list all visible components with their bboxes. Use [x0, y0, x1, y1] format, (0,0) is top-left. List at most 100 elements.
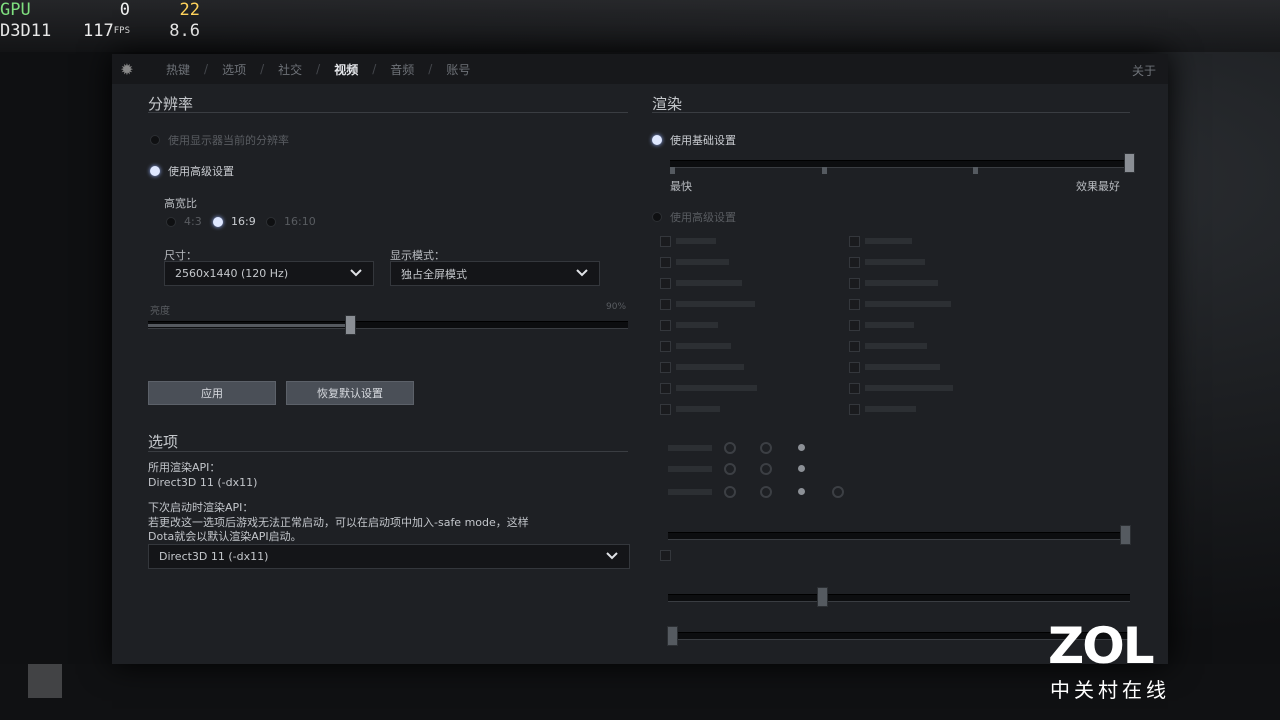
disabled-radio-selected — [798, 488, 805, 495]
tab-5[interactable]: 账号 — [432, 61, 484, 78]
chevron-down-icon — [606, 552, 618, 560]
disabled-slider-thumb — [817, 587, 828, 607]
disabled-checkbox-label — [676, 322, 718, 328]
disabled-radio — [724, 486, 736, 498]
disabled-checkbox — [849, 341, 860, 352]
options-title: 选项 — [148, 433, 179, 451]
brightness-value: 90% — [606, 302, 627, 312]
aspect-4-3-label: 4:3 — [184, 215, 202, 228]
tab-0[interactable]: 热键 — [152, 61, 204, 78]
api-label: D3D11 — [0, 21, 52, 41]
disabled-checkbox — [849, 362, 860, 373]
disabled-checkbox — [660, 383, 671, 394]
radio-dot — [166, 216, 176, 227]
render-quality-slider-thumb[interactable] — [1124, 153, 1135, 173]
chevron-down-icon — [350, 269, 362, 277]
brightness-label: 亮度 — [150, 306, 170, 317]
settings-gear-icon[interactable]: ✹ — [112, 54, 142, 84]
radio-aspect-16-10[interactable]: 16:10 — [266, 215, 316, 228]
radio-aspect-16-9[interactable]: 16:9 — [213, 215, 256, 228]
best-quality-label: 效果最好 — [1076, 180, 1120, 193]
disabled-checkbox — [660, 404, 671, 415]
render-quality-tick — [973, 167, 978, 174]
resolution-title: 分辨率 — [148, 95, 194, 113]
use-display-resolution-label: 使用显示器当前的分辨率 — [168, 134, 289, 147]
disabled-radio — [832, 486, 844, 498]
gpu-temp-value: 22 — [179, 0, 200, 20]
disabled-checkbox-label — [865, 406, 916, 412]
tab-2[interactable]: 社交 — [264, 61, 316, 78]
performance-overlay: GPU 0 22 D3D11 117FPS 8.6 — [0, 0, 200, 42]
settings-topbar: ✹ 热键 / 选项 / 社交 / 视频 / 音频 / 账号 关于 — [112, 54, 1168, 84]
next-api-note-line-1: 若更改这一选项后游戏无法正常启动，可以在启动项中加入-safe mode，这样 — [148, 516, 529, 529]
aspect-16-10-label: 16:10 — [284, 215, 316, 228]
radio-use-advanced-resolution[interactable]: 使用高级设置 — [150, 163, 234, 179]
disabled-checkbox — [849, 404, 860, 415]
disabled-slider-track — [668, 594, 1130, 602]
size-select[interactable]: 2560x1440 (120 Hz) — [164, 261, 374, 286]
chevron-down-icon — [576, 269, 588, 277]
next-api-select[interactable]: Direct3D 11 (-dx11) — [148, 544, 630, 569]
disabled-slider-track — [668, 532, 1130, 540]
disabled-checkbox-label — [676, 259, 729, 265]
disabled-checkbox — [660, 299, 671, 310]
disabled-checkbox — [849, 299, 860, 310]
radio-use-basic-render[interactable]: 使用基础设置 — [652, 132, 736, 148]
next-api-label: 下次启动时渲染API： — [148, 501, 254, 514]
disabled-checkbox-label — [865, 385, 953, 391]
disabled-checkbox — [849, 257, 860, 268]
disabled-checkbox — [849, 383, 860, 394]
use-basic-render-label: 使用基础设置 — [670, 134, 736, 147]
disabled-radio-group-label — [668, 466, 712, 472]
gpu-usage-value: 0 — [119, 0, 130, 20]
tab-3[interactable]: 视频 — [320, 61, 372, 78]
use-advanced-render-label: 使用高级设置 — [670, 211, 736, 224]
render-quality-tick — [822, 167, 827, 174]
gpu-label: GPU — [0, 0, 31, 20]
zol-logo-text: ZOL — [1048, 617, 1155, 675]
brightness-slider-track[interactable] — [148, 321, 628, 329]
apply-button[interactable]: 应用 — [148, 381, 276, 405]
disabled-checkbox — [849, 278, 860, 289]
resolution-divider — [148, 112, 628, 113]
disabled-checkbox-label — [676, 406, 720, 412]
size-select-value: 2560x1440 (120 Hz) — [175, 267, 289, 280]
disabled-radio-group-label — [668, 445, 712, 451]
settings-tabs: 热键 / 选项 / 社交 / 视频 / 音频 / 账号 — [152, 54, 484, 84]
aspect-ratio-label: 高宽比 — [164, 197, 197, 210]
radio-dot — [266, 216, 276, 227]
disabled-radio — [724, 463, 736, 475]
brightness-slider-thumb[interactable] — [344, 315, 356, 335]
current-api-value: Direct3D 11 (-dx11) — [148, 476, 258, 489]
display-mode-select-value: 独占全屏模式 — [401, 267, 467, 281]
restore-defaults-button[interactable]: 恢复默认设置 — [286, 381, 414, 405]
radio-use-advanced-render[interactable]: 使用高级设置 — [652, 209, 736, 225]
about-link[interactable]: 关于 — [1132, 62, 1156, 79]
disabled-checkbox — [849, 320, 860, 331]
disabled-checkbox-label — [865, 238, 912, 244]
disabled-radio — [760, 463, 772, 475]
disabled-radio — [760, 442, 772, 454]
display-mode-select[interactable]: 独占全屏模式 — [390, 261, 600, 286]
tab-4[interactable]: 音频 — [376, 61, 428, 78]
disabled-radio — [760, 486, 772, 498]
disabled-checkbox-label — [865, 322, 914, 328]
radio-dot-selected — [213, 216, 223, 227]
fastest-label: 最快 — [670, 180, 692, 193]
disabled-checkbox — [660, 257, 671, 268]
tab-1[interactable]: 选项 — [208, 61, 260, 78]
zol-logo-subtitle: 中关村在线 — [1050, 678, 1170, 702]
fps-value: 117 — [83, 21, 114, 41]
radio-aspect-4-3[interactable]: 4:3 — [166, 215, 202, 228]
background-avatar — [28, 664, 62, 698]
disabled-checkbox-label — [676, 280, 742, 286]
render-quality-tick — [670, 167, 675, 174]
disabled-checkbox-label — [865, 259, 925, 265]
radio-use-display-resolution[interactable]: 使用显示器当前的分辨率 — [150, 132, 289, 148]
disabled-checkbox — [660, 550, 671, 561]
radio-dot-selected — [652, 135, 662, 145]
render-quality-slider-track[interactable] — [670, 160, 1130, 168]
disabled-checkbox-label — [676, 343, 731, 349]
frametime-value: 8.6 — [169, 21, 200, 41]
brightness-slider-fill — [148, 324, 350, 327]
